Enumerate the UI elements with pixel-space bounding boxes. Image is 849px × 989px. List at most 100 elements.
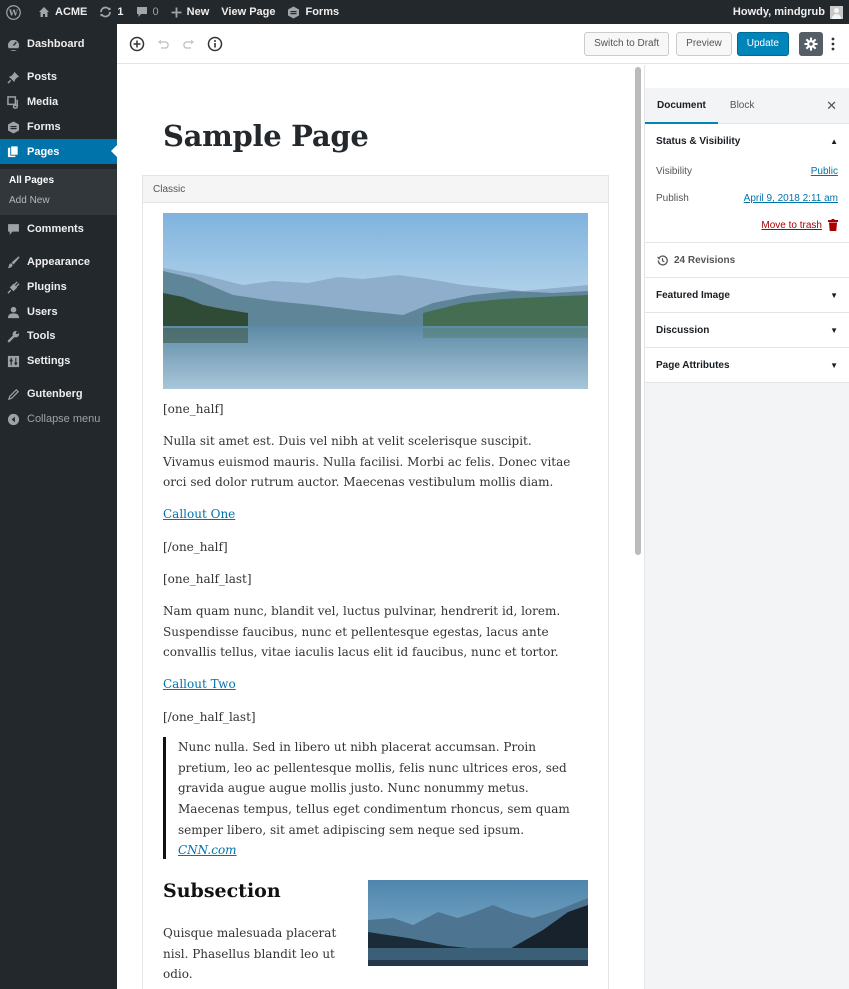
revisions-label: 24 Revisions	[674, 254, 736, 266]
add-block-icon[interactable]	[125, 32, 149, 56]
pages-icon	[6, 145, 20, 159]
wordpress-menu[interactable]: W	[0, 0, 32, 24]
comments-link[interactable]: 0	[130, 0, 165, 24]
editor-header: Switch to Draft Preview Update	[117, 24, 849, 64]
shortcode-one-half-last: [one_half_last]	[163, 572, 252, 586]
visibility-row: Visibility Public	[645, 158, 849, 185]
preview-button[interactable]: Preview	[676, 31, 732, 56]
new-content-link[interactable]: New	[165, 0, 216, 24]
menu-item-posts[interactable]: Posts	[0, 65, 117, 89]
account-menu[interactable]: Howdy, mindgrub	[732, 5, 849, 19]
pencil-icon	[6, 387, 20, 401]
block-label: Classic	[153, 183, 186, 195]
menu-item-forms[interactable]: Forms	[0, 115, 117, 139]
menu-item-gutenberg[interactable]: Gutenberg	[0, 382, 117, 406]
caret-down-icon: ▼	[830, 325, 838, 335]
forms-icon	[287, 6, 300, 19]
panel-title: Discussion	[656, 324, 710, 336]
update-button[interactable]: Update	[736, 31, 789, 56]
callout-one-link-wrap: Callout One	[163, 504, 235, 525]
hero-image[interactable]	[163, 213, 588, 389]
page-title[interactable]: Sample Page	[163, 119, 369, 153]
menu-label: Tools	[27, 330, 56, 342]
menu-label: Plugins	[27, 281, 67, 293]
featured-image-panel: Featured Image ▼	[645, 278, 849, 313]
menu-item-pages[interactable]: Pages	[0, 139, 117, 164]
menu-label: Forms	[27, 121, 61, 133]
menu-item-plugins[interactable]: Plugins	[0, 275, 117, 299]
callout-two-link[interactable]: Callout Two	[163, 677, 236, 691]
dashboard-icon	[6, 37, 20, 51]
collapse-icon	[6, 412, 20, 426]
move-to-trash-button[interactable]: Move to trash	[761, 219, 838, 231]
trash-icon	[828, 219, 838, 231]
page-attributes-toggle[interactable]: Page Attributes ▼	[645, 348, 849, 382]
featured-image-toggle[interactable]: Featured Image ▼	[645, 278, 849, 312]
blockquote: Nunc nulla. Sed in libero ut nibh placer…	[163, 737, 588, 859]
close-icon[interactable]: ✕	[826, 98, 837, 114]
settings-icon	[6, 354, 20, 368]
caret-down-icon: ▼	[830, 360, 838, 370]
kebab-icon	[831, 37, 835, 50]
menu-item-tools[interactable]: Tools	[0, 324, 117, 348]
publish-date-link[interactable]: April 9, 2018 2:11 am	[744, 193, 838, 204]
subsection-image[interactable]	[368, 880, 588, 966]
updates-link[interactable]: 1	[93, 0, 129, 24]
quote-citation: CNN.com	[178, 841, 237, 858]
menu-label: Pages	[27, 145, 60, 158]
updates-icon	[99, 6, 112, 18]
callout-two-link-wrap: Callout Two	[163, 674, 236, 695]
avatar-icon	[830, 5, 843, 19]
sidebar-spacer	[645, 65, 849, 88]
settings-toggle-button[interactable]	[799, 31, 823, 56]
greeting: Howdy, mindgrub	[732, 6, 825, 18]
redo-icon[interactable]	[177, 32, 201, 56]
updates-count: 1	[117, 6, 124, 18]
quote-citation-link[interactable]: CNN.com	[178, 843, 237, 857]
user-icon	[6, 305, 20, 319]
callout-one-link[interactable]: Callout One	[163, 507, 235, 521]
view-page-link[interactable]: View Page	[215, 0, 281, 24]
collapse-menu-button[interactable]: Collapse menu	[0, 407, 117, 431]
paragraph: Nam quam nunc, blandit vel, luctus pulvi…	[163, 604, 561, 660]
tab-document[interactable]: Document	[645, 88, 718, 125]
forms-icon	[6, 120, 20, 134]
site-name-link[interactable]: ACME	[32, 0, 93, 24]
menu-item-media[interactable]: Media	[0, 90, 117, 114]
undo-icon[interactable]	[151, 32, 175, 56]
menu-label: Comments	[27, 223, 84, 235]
plugin-icon	[6, 280, 20, 294]
discussion-toggle[interactable]: Discussion ▼	[645, 313, 849, 347]
menu-item-comments[interactable]: Comments	[0, 217, 117, 241]
menu-item-appearance[interactable]: Appearance	[0, 250, 117, 274]
subsection-paragraph: Quisque malesuada placerat nisl. Phasell…	[163, 926, 337, 982]
content-scrollbar[interactable]	[635, 67, 641, 555]
forms-link[interactable]: Forms	[281, 0, 345, 24]
menu-label: Collapse menu	[27, 413, 101, 425]
panel-title: Status & Visibility	[656, 135, 741, 147]
publish-row: Publish April 9, 2018 2:11 am	[645, 185, 849, 212]
svg-text:W: W	[8, 7, 19, 17]
more-menu-button[interactable]	[823, 32, 843, 56]
panel-title: Page Attributes	[656, 359, 730, 371]
subsection-heading: Subsection	[163, 880, 281, 902]
menu-item-users[interactable]: Users	[0, 300, 117, 324]
history-icon	[656, 254, 668, 266]
submenu-all-pages[interactable]: All Pages	[9, 175, 54, 186]
panel-title: Featured Image	[656, 289, 730, 301]
submenu-add-new[interactable]: Add New	[9, 195, 50, 206]
forms-label: Forms	[305, 6, 340, 18]
publish-label: Publish	[656, 193, 689, 204]
page-attributes-panel: Page Attributes ▼	[645, 348, 849, 383]
menu-label: Users	[27, 306, 58, 318]
status-visibility-toggle[interactable]: Status & Visibility ▲	[645, 124, 849, 158]
visibility-value-link[interactable]: Public	[811, 166, 838, 177]
tab-block[interactable]: Block	[718, 88, 766, 124]
site-name: ACME	[55, 6, 88, 18]
menu-item-settings[interactable]: Settings	[0, 349, 117, 373]
menu-item-dashboard[interactable]: Dashboard	[0, 32, 117, 56]
menu-label: Posts	[27, 71, 57, 83]
info-icon[interactable]	[203, 32, 227, 56]
revisions-panel[interactable]: 24 Revisions	[645, 243, 849, 278]
switch-to-draft-button[interactable]: Switch to Draft	[584, 31, 670, 56]
